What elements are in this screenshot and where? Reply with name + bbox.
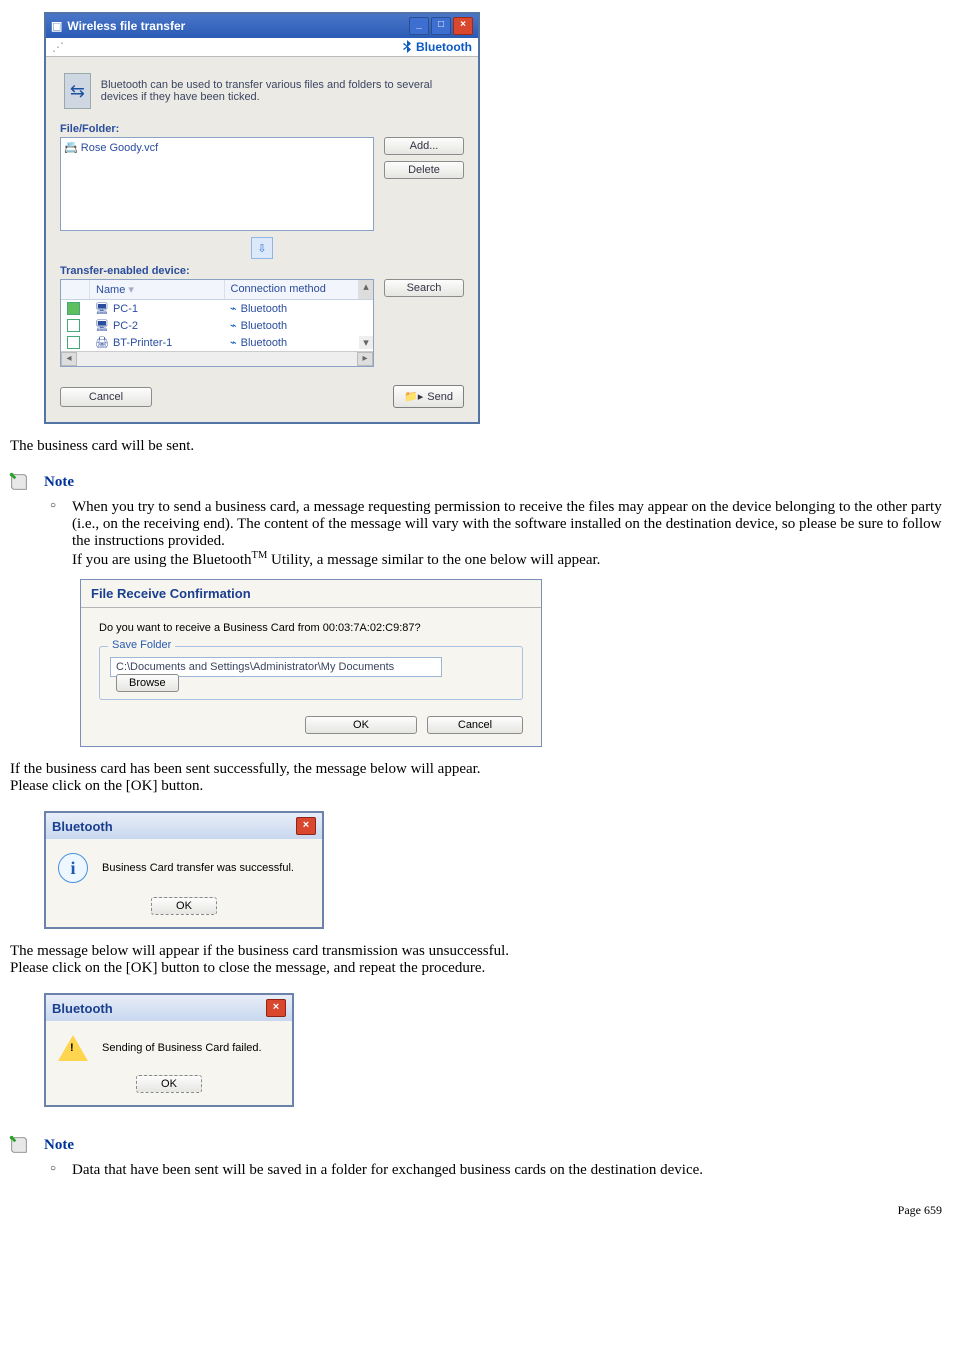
dialog-title: File Receive Confirmation bbox=[81, 580, 541, 608]
save-folder-legend: Save Folder bbox=[108, 639, 175, 651]
col-conn-header[interactable]: Connection method bbox=[225, 280, 360, 299]
file-list[interactable]: 📇 Rose Goody.vcf bbox=[60, 137, 374, 231]
file-item[interactable]: 📇 Rose Goody.vcf bbox=[64, 141, 370, 154]
send-icon: 📁▸ bbox=[404, 390, 423, 403]
device-label: Transfer-enabled device: bbox=[60, 265, 464, 277]
note-icon bbox=[8, 1134, 30, 1156]
cancel-button[interactable]: Cancel bbox=[427, 716, 523, 734]
pc-icon: 🖥 bbox=[95, 319, 109, 332]
bluetooth-icon bbox=[401, 40, 413, 54]
bluetooth-icon: ⌁ bbox=[230, 302, 237, 315]
minimize-button[interactable]: _ bbox=[409, 17, 429, 35]
browse-button[interactable]: Browse bbox=[116, 674, 179, 692]
bluetooth-brand: Bluetooth bbox=[401, 40, 472, 54]
intro-text: Bluetooth can be used to transfer variou… bbox=[101, 79, 460, 103]
info-icon: i bbox=[58, 853, 88, 883]
note-label: Note bbox=[44, 1137, 74, 1154]
bluetooth-icon: ⌁ bbox=[230, 336, 237, 349]
ok-button[interactable]: OK bbox=[136, 1075, 202, 1093]
body-text: If the business card has been sent succe… bbox=[10, 761, 944, 795]
titlebar: ▣ Wireless file transfer _ □ × bbox=[46, 14, 478, 38]
scroll-down-icon[interactable]: ▾ bbox=[359, 336, 373, 349]
device-table: Name ▾ Connection method ▴ 🖥PC-1 ⌁Blueto… bbox=[60, 279, 374, 367]
printer-icon: 🖨 bbox=[95, 336, 109, 349]
checkbox[interactable] bbox=[67, 319, 80, 332]
warning-icon bbox=[58, 1035, 88, 1061]
close-button[interactable]: × bbox=[266, 999, 286, 1017]
transfer-icon: ⇆ bbox=[64, 73, 91, 109]
msgbox-text: Sending of Business Card failed. bbox=[102, 1042, 262, 1054]
close-button[interactable]: × bbox=[453, 17, 473, 35]
checkbox[interactable] bbox=[67, 336, 80, 349]
file-folder-label: File/Folder: bbox=[60, 123, 464, 135]
arrow-down-icon: ⇩ bbox=[251, 237, 273, 259]
failure-message-box: Bluetooth × Sending of Business Card fai… bbox=[44, 993, 294, 1107]
note-icon bbox=[8, 471, 30, 493]
bluetooth-icon: ⌁ bbox=[230, 319, 237, 332]
add-button[interactable]: Add... bbox=[384, 137, 464, 155]
app-icon: ▣ bbox=[51, 19, 62, 33]
msgbox-text: Business Card transfer was successful. bbox=[102, 862, 294, 874]
scroll-left-icon[interactable]: ◂ bbox=[61, 352, 77, 366]
note-label: Note bbox=[44, 474, 74, 491]
cancel-button[interactable]: Cancel bbox=[60, 387, 152, 407]
checkbox[interactable] bbox=[67, 302, 80, 315]
body-text: The business card will be sent. bbox=[10, 438, 944, 455]
confirmation-question: Do you want to receive a Business Card f… bbox=[99, 622, 523, 634]
table-row[interactable]: 🖥PC-2 ⌁Bluetooth bbox=[61, 317, 373, 334]
success-message-box: Bluetooth × i Business Card transfer was… bbox=[44, 811, 324, 929]
scroll-right-icon[interactable]: ▸ bbox=[357, 352, 373, 366]
note-item: Data that have been sent will be saved i… bbox=[58, 1162, 946, 1179]
ok-button[interactable]: OK bbox=[305, 716, 417, 734]
table-row[interactable]: 🖨BT-Printer-1 ⌁Bluetooth ▾ bbox=[61, 334, 373, 351]
scroll-up-icon[interactable]: ▴ bbox=[359, 280, 373, 299]
pc-icon: 🖥 bbox=[95, 302, 109, 315]
page-number: Page 659 bbox=[8, 1203, 946, 1218]
vcard-icon: 📇 bbox=[64, 142, 78, 154]
ok-button[interactable]: OK bbox=[151, 897, 217, 915]
window-title: Wireless file transfer bbox=[67, 19, 185, 33]
maximize-button[interactable]: □ bbox=[431, 17, 451, 35]
send-button[interactable]: 📁▸ Send bbox=[393, 385, 464, 408]
msgbox-title: Bluetooth bbox=[52, 819, 113, 834]
body-text: The message below will appear if the bus… bbox=[10, 943, 944, 977]
brand-bar: ⋰ Bluetooth bbox=[46, 38, 478, 57]
file-receive-confirmation-dialog: File Receive Confirmation Do you want to… bbox=[80, 579, 542, 747]
close-button[interactable]: × bbox=[296, 817, 316, 835]
col-name-header[interactable]: Name bbox=[96, 284, 125, 296]
note-item: When you try to send a business card, a … bbox=[58, 499, 946, 569]
horizontal-scrollbar[interactable]: ◂ ▸ bbox=[61, 351, 373, 366]
msgbox-title: Bluetooth bbox=[52, 1001, 113, 1016]
table-row[interactable]: 🖥PC-1 ⌁Bluetooth bbox=[61, 300, 373, 317]
delete-button[interactable]: Delete bbox=[384, 161, 464, 179]
search-button[interactable]: Search bbox=[384, 279, 464, 297]
wireless-file-transfer-window: ▣ Wireless file transfer _ □ × ⋰ Bluetoo… bbox=[44, 12, 480, 424]
